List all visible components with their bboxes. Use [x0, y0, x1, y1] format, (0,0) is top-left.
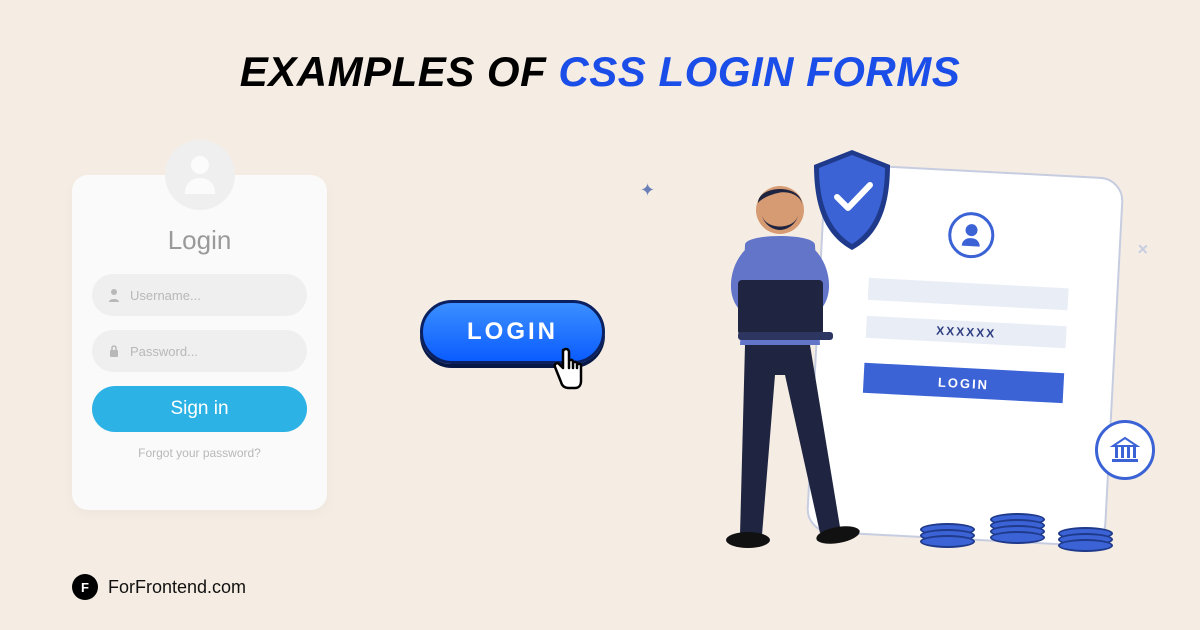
signin-button[interactable]: Sign in: [92, 386, 307, 432]
bank-badge-icon: [1095, 420, 1155, 480]
login-button-label: LOGIN: [467, 318, 558, 346]
password-placeholder: Password...: [130, 344, 198, 359]
page-title: EXAMPLES OF CSS LOGIN FORMS: [0, 48, 1200, 96]
person-illustration: [690, 175, 890, 575]
coin-stack-icon: [1058, 534, 1113, 552]
forgot-password-link[interactable]: Forgot your password?: [72, 446, 327, 460]
title-part-2: CSS LOGIN FORMS: [558, 48, 960, 95]
tablet-login-button: LOGIN: [863, 363, 1064, 403]
login-card: Login Username... Password... Sign in Fo…: [72, 175, 327, 510]
brand-name: ForFrontend.com: [108, 577, 246, 598]
user-icon: [108, 288, 120, 302]
coin-stack-icon: [990, 520, 1045, 544]
tablet-password-field: XXXXXX: [866, 316, 1067, 348]
avatar-icon: [165, 140, 235, 210]
brand-logo-icon: F: [72, 574, 98, 600]
lock-icon: [108, 344, 120, 358]
tablet-username-field: [868, 278, 1069, 310]
login-card-title: Login: [72, 225, 327, 256]
center-login-button-wrap: LOGIN: [420, 300, 605, 364]
brand-logo[interactable]: F ForFrontend.com: [72, 574, 246, 600]
tablet-login-label: LOGIN: [938, 374, 990, 392]
tablet-avatar-icon: [947, 211, 995, 259]
tablet-password-mask: XXXXXX: [936, 323, 997, 340]
cursor-hand-icon: [547, 346, 587, 399]
title-part-1: EXAMPLES OF: [240, 48, 559, 95]
brand-logo-letter: F: [81, 580, 89, 595]
sparkle-icon: ✦: [640, 180, 655, 201]
coin-stack-icon: [920, 530, 975, 548]
username-field[interactable]: Username...: [92, 274, 307, 316]
password-field[interactable]: Password...: [92, 330, 307, 372]
close-x-icon: ✕: [1137, 241, 1150, 259]
username-placeholder: Username...: [130, 288, 201, 303]
signin-button-label: Sign in: [170, 398, 228, 420]
